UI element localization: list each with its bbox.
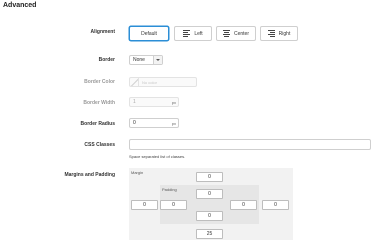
align-default-button[interactable]: Default bbox=[129, 26, 169, 41]
no-color-swatch-icon bbox=[130, 78, 139, 86]
border-width-input[interactable]: 1 px bbox=[129, 97, 179, 107]
margins-padding-label: Margins and Padding bbox=[64, 172, 115, 178]
align-right-label: Right bbox=[278, 30, 291, 37]
css-classes-hint: Space separated list of classes. bbox=[129, 154, 186, 159]
border-width-unit: px bbox=[171, 99, 176, 105]
margin-bottom-input[interactable]: 25 bbox=[196, 229, 223, 239]
alignment-label: Alignment bbox=[90, 29, 115, 35]
align-right-icon bbox=[267, 29, 275, 38]
border-radius-label: Border Radius bbox=[80, 121, 115, 127]
align-right-button[interactable]: Right bbox=[260, 26, 298, 41]
align-center-label: Center bbox=[233, 30, 249, 37]
margin-label: Margin bbox=[131, 170, 144, 175]
padding-bottom-input[interactable]: 0 bbox=[196, 211, 223, 221]
margin-top-input[interactable]: 0 bbox=[196, 172, 223, 182]
border-width-value: 1 bbox=[133, 99, 136, 105]
align-left-icon bbox=[183, 29, 191, 38]
border-label: Border bbox=[98, 57, 115, 63]
border-color-label: Border Color bbox=[84, 79, 115, 85]
border-radius-input[interactable]: 0 px bbox=[129, 118, 179, 128]
padding-label: Padding bbox=[162, 187, 177, 192]
css-classes-input[interactable] bbox=[129, 139, 371, 150]
align-center-button[interactable]: Center bbox=[216, 26, 256, 41]
border-select[interactable]: None bbox=[129, 55, 163, 65]
padding-top-input[interactable]: 0 bbox=[196, 189, 223, 199]
css-classes-label: CSS Classes bbox=[84, 142, 115, 148]
margin-right-input[interactable]: 0 bbox=[262, 200, 289, 210]
margin-left-input[interactable]: 0 bbox=[131, 200, 158, 210]
padding-left-input[interactable]: 0 bbox=[160, 200, 187, 210]
border-color-picker[interactable]: No color bbox=[129, 77, 197, 87]
chevron-down-icon bbox=[153, 56, 162, 64]
border-color-placeholder: No color bbox=[142, 79, 157, 85]
border-radius-value: 0 bbox=[133, 120, 136, 126]
align-center-icon bbox=[222, 29, 230, 38]
section-title: Advanced bbox=[3, 2, 37, 9]
border-radius-unit: px bbox=[171, 120, 176, 126]
align-left-label: Left bbox=[194, 30, 203, 37]
align-left-button[interactable]: Left bbox=[174, 26, 212, 41]
align-default-label: Default bbox=[141, 30, 157, 37]
border-select-value: None bbox=[133, 57, 145, 63]
padding-right-input[interactable]: 0 bbox=[230, 200, 257, 210]
border-width-label: Border Width bbox=[83, 100, 115, 106]
